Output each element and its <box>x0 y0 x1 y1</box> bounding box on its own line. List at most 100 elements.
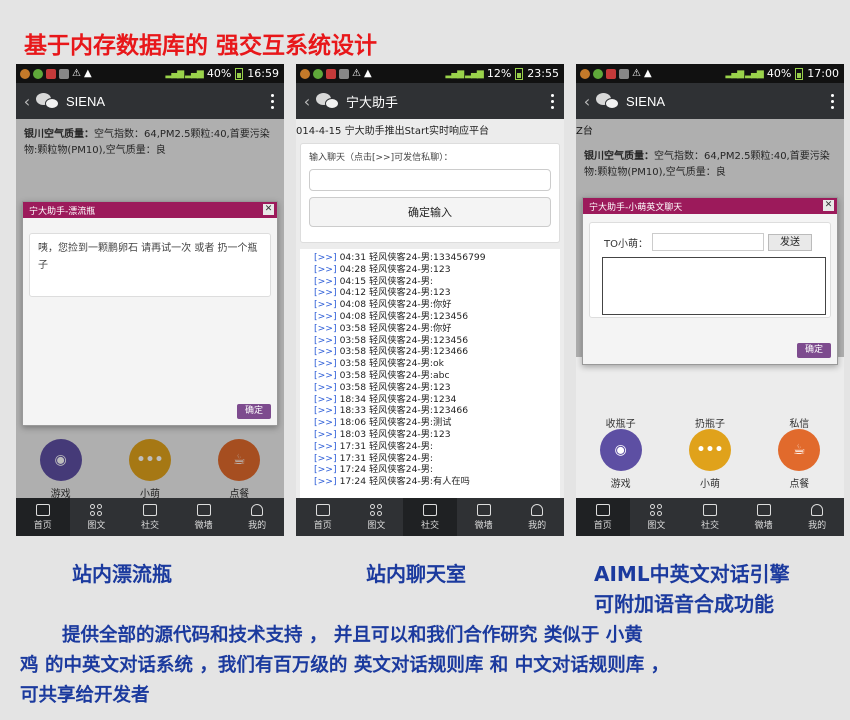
chat-log-line: [>>] 18:06 轻风侠客24-男:测试 <box>314 417 546 429</box>
clock: 17:00 <box>807 67 839 80</box>
message-input[interactable] <box>651 233 764 251</box>
private-message-link[interactable]: [>>] <box>314 370 337 381</box>
to-label: TO小萌： <box>604 238 648 250</box>
tab-label: 微墙 <box>474 520 493 531</box>
tab-home[interactable]: 首页 <box>16 498 70 536</box>
chat-log-line: [>>] 17:24 轻风侠客24-男: <box>314 464 546 476</box>
bowl-icon: ☕ <box>778 429 821 471</box>
chat-log-line: [>>] 03:58 轻风侠客24-男:123456 <box>314 335 546 347</box>
reply-textarea[interactable] <box>602 257 826 315</box>
tab-home[interactable]: 首页 <box>576 498 630 536</box>
usb-icon <box>59 68 69 79</box>
battery-percent: 40% <box>206 67 232 80</box>
private-message-link[interactable]: [>>] <box>314 287 337 298</box>
tab-wall[interactable]: 微墙 <box>737 498 791 536</box>
private-message-link[interactable]: [>>] <box>314 441 337 452</box>
action-bar: ‹ SIENA <box>576 83 844 119</box>
grid-icon <box>90 503 103 516</box>
tab-profile[interactable]: 我的 <box>230 498 284 536</box>
tab-label: 图文 <box>87 520 106 531</box>
main-content: 014-4-15 宁大助手推出Start实时响应平台 输入聊天（点击[>>]可发… <box>296 119 564 499</box>
social-icon <box>142 503 157 516</box>
private-message-link[interactable]: [>>] <box>314 476 337 487</box>
caption-voice-synthesis: 可附加语音合成功能 <box>594 592 774 616</box>
action-bar: ‹ SIENA <box>16 83 284 119</box>
phone-screenshot-aiml-chat: ⚠ ▲ ▂▄▆ ▂▄▆ 40% 17:00 ‹ SIENA Z台 银川空气质量：… <box>576 64 844 536</box>
game-entry[interactable]: ◉ 游戏 <box>581 429 661 490</box>
back-icon[interactable]: ‹ <box>18 92 36 111</box>
tab-label: 我的 <box>808 520 827 531</box>
tab-home[interactable]: 首页 <box>296 498 350 536</box>
chat-log-text: 04:28 轻风侠客24-男:123 <box>339 263 451 275</box>
chat-log-line: [>>] 03:58 轻风侠客24-男:你好 <box>314 323 546 335</box>
submit-button[interactable]: 确定输入 <box>309 197 551 227</box>
private-message-link[interactable]: [>>] <box>314 382 337 393</box>
private-message-link[interactable]: [>>] <box>314 358 337 369</box>
close-icon[interactable]: ✕ <box>823 200 834 211</box>
private-message-link[interactable]: [>>] <box>314 405 337 416</box>
private-message-link[interactable]: [>>] <box>314 299 337 310</box>
confirm-button[interactable]: 确定 <box>797 343 831 358</box>
close-icon[interactable]: ✕ <box>263 204 274 215</box>
tab-wall[interactable]: 微墙 <box>457 498 511 536</box>
chat-log-line: [>>] 04:08 轻风侠客24-男:你好 <box>314 299 546 311</box>
private-message-link[interactable]: [>>] <box>314 429 337 440</box>
description-line-2: 鸡 的中英文对话系统 ，我们有百万级的 英文对话规则库 和 中文对话规则库 ， <box>20 655 670 676</box>
game-icon: ◉ <box>599 429 642 471</box>
status-bar: ⚠ ▲ ▂▄▆ ▂▄▆ 40% 17:00 <box>576 64 844 83</box>
xiaomeng-label: 小萌 <box>699 479 720 490</box>
private-message-link[interactable]: [>>] <box>314 346 337 357</box>
tab-graphics[interactable]: 图文 <box>630 498 684 536</box>
private-message-link[interactable]: [>>] <box>314 264 337 275</box>
send-button[interactable]: 发送 <box>767 233 812 251</box>
feature-icon-row: ◉ 游戏 ••• 小萌 ☕ 点餐 <box>576 429 844 490</box>
xiaomeng-entry[interactable]: ••• 小萌 <box>670 429 750 490</box>
tab-profile[interactable]: 我的 <box>790 498 844 536</box>
tab-graphics[interactable]: 图文 <box>350 498 404 536</box>
action-bar-title: SIENA <box>626 93 666 109</box>
alert-icon: ▲ <box>83 68 92 79</box>
home-icon <box>315 503 330 516</box>
overflow-menu-icon[interactable] <box>271 93 274 109</box>
private-message-link[interactable]: [>>] <box>314 394 337 405</box>
private-message-link[interactable]: [>>] <box>314 252 337 263</box>
private-message-link[interactable]: [>>] <box>314 417 337 428</box>
order-food-entry[interactable]: ☕ 点餐 <box>759 429 839 490</box>
private-message-link[interactable]: [>>] <box>314 464 337 475</box>
battery-icon <box>515 67 524 80</box>
tab-graphics[interactable]: 图文 <box>70 498 124 536</box>
chat-log-line: [>>] 03:58 轻风侠客24-男:123 <box>314 382 546 394</box>
overflow-menu-icon[interactable] <box>831 93 834 109</box>
tab-social[interactable]: 社交 <box>683 498 737 536</box>
chat-log-text: 04:31 轻风侠客24-男:133456799 <box>339 252 486 263</box>
confirm-button[interactable]: 确定 <box>237 404 271 419</box>
overflow-menu-icon[interactable] <box>551 93 554 109</box>
chat-input[interactable] <box>309 169 551 191</box>
chat-log-line: [>>] 17:31 轻风侠客24-男: <box>314 441 546 453</box>
tab-profile[interactable]: 我的 <box>510 498 564 536</box>
chat-log-text: 03:58 轻风侠客24-男:123456 <box>339 334 469 346</box>
tab-social[interactable]: 社交 <box>403 498 457 536</box>
description-line-3: 可共享给开发者 <box>20 685 150 706</box>
tab-wall[interactable]: 微墙 <box>177 498 231 536</box>
chat-log-text: 17:24 轻风侠客24-男:有人在吗 <box>339 476 470 488</box>
back-icon[interactable]: ‹ <box>578 92 596 111</box>
clock: 23:55 <box>527 67 559 80</box>
notification-icon <box>300 68 310 79</box>
tab-label: 图文 <box>647 520 666 531</box>
chat-log-text: 18:06 轻风侠客24-男:测试 <box>339 417 452 429</box>
private-message-link[interactable]: [>>] <box>314 276 337 287</box>
tab-social[interactable]: 社交 <box>123 498 177 536</box>
tab-label: 社交 <box>420 520 439 531</box>
mail-icon <box>606 68 616 79</box>
private-message-link[interactable]: [>>] <box>314 323 337 334</box>
private-message-link[interactable]: [>>] <box>314 311 337 322</box>
chat-log-line: [>>] 03:58 轻风侠客24-男:abc <box>314 370 546 382</box>
wall-icon <box>476 503 491 516</box>
back-icon[interactable]: ‹ <box>298 92 316 111</box>
private-message-link[interactable]: [>>] <box>314 335 337 346</box>
private-message-link[interactable]: [>>] <box>314 453 337 464</box>
signal-icon: ▂▄▆ ▂▄▆ <box>165 68 203 79</box>
dialog-title: 宁大助手-小萌英文聊天 <box>589 202 683 213</box>
chat-log-text: 04:12 轻风侠客24-男:123 <box>339 287 451 299</box>
